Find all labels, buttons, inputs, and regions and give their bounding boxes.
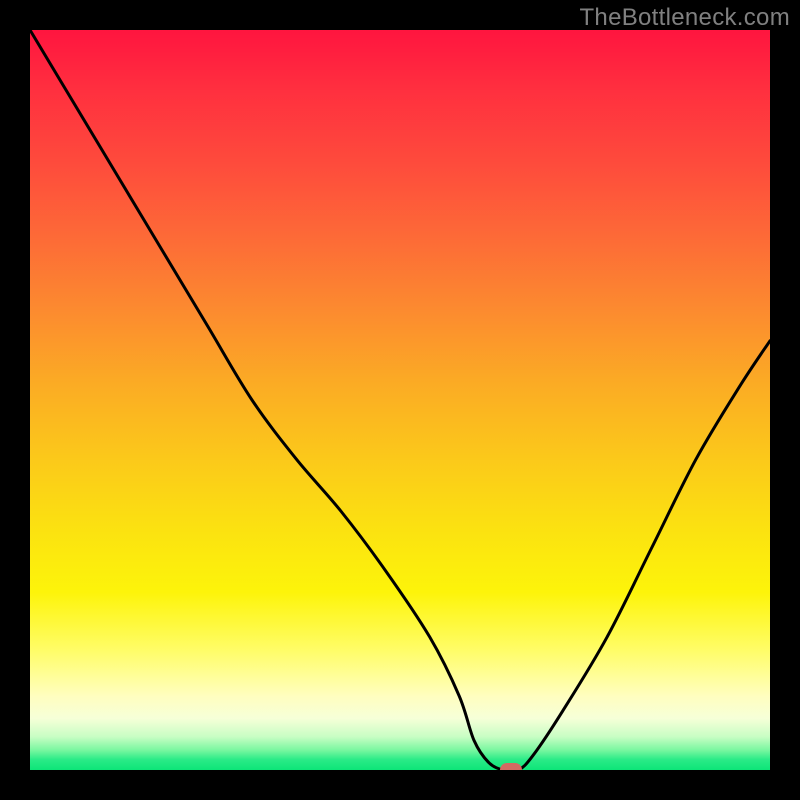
optimal-point-marker: [500, 763, 522, 770]
bottleneck-curve-path: [30, 30, 770, 770]
chart-frame: TheBottleneck.com: [0, 0, 800, 800]
curve-layer: [30, 30, 770, 770]
plot-area: [30, 30, 770, 770]
watermark-text: TheBottleneck.com: [579, 4, 790, 32]
